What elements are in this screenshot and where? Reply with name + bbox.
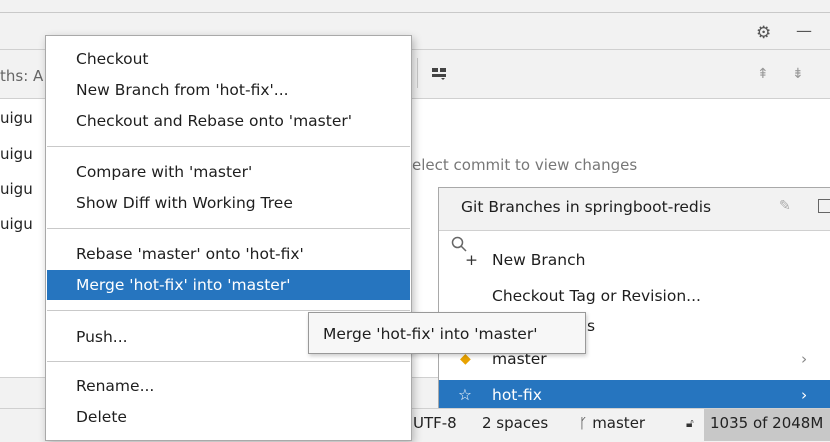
branch-widget[interactable]: ᚴ master (579, 414, 645, 432)
top-strip (0, 0, 830, 13)
encoding-widget[interactable]: UTF-8 (413, 414, 457, 432)
branch-item-hot-fix[interactable]: ☆ hot-fix › (439, 380, 830, 408)
changes-placeholder: elect commit to view changes (412, 156, 638, 174)
menu-item-delete[interactable]: Delete (47, 402, 410, 432)
menu-item-new-branch[interactable]: New Branch from 'hot-fix'... (47, 75, 410, 105)
paths-filter-label[interactable]: ths: A (0, 67, 43, 85)
minimize-icon[interactable]: — (796, 21, 812, 40)
branch-icon: ᚴ (579, 416, 588, 432)
window-icon[interactable] (818, 199, 830, 213)
menu-item-show-diff[interactable]: Show Diff with Working Tree (47, 188, 410, 218)
commit-author[interactable]: uigu (0, 180, 33, 198)
chevron-right-icon: › (801, 386, 808, 404)
menu-separator (47, 228, 410, 229)
commit-author[interactable]: uigu (0, 145, 33, 163)
lock-icon[interactable]: 🔓︎ (686, 416, 694, 431)
commit-author[interactable]: uigu (0, 109, 33, 127)
menu-separator (47, 146, 410, 147)
menu-item-compare[interactable]: Compare with 'master' (47, 157, 410, 187)
branch-context-menu: Checkout New Branch from 'hot-fix'... Ch… (45, 35, 412, 441)
layout-icon[interactable] (432, 68, 446, 80)
branch-name: master (592, 414, 646, 432)
menu-item-rebase[interactable]: Rebase 'master' onto 'hot-fix' (47, 239, 410, 269)
menu-separator (47, 361, 410, 362)
merge-tooltip: Merge 'hot-fix' into 'master' (308, 312, 586, 354)
indent-widget[interactable]: 2 spaces (482, 414, 548, 432)
menu-item-checkout-rebase[interactable]: Checkout and Rebase onto 'master' (47, 106, 410, 136)
plus-icon: + (465, 251, 478, 269)
checkout-tag-item[interactable]: Checkout Tag or Revision... (439, 281, 830, 311)
menu-item-checkout[interactable]: Checkout (47, 44, 410, 74)
gear-icon[interactable]: ⚙ (756, 23, 771, 43)
memory-indicator-text: 1035 of 2048M (710, 414, 824, 432)
edit-icon[interactable]: ✎ (779, 198, 791, 214)
menu-item-merge[interactable]: Merge 'hot-fix' into 'master' (47, 270, 410, 300)
toolbar-separator (417, 58, 418, 88)
chevron-right-icon: › (801, 350, 808, 368)
expand-icon[interactable]: ⇞ (757, 66, 769, 82)
commit-author[interactable]: uigu (0, 215, 33, 233)
menu-separator (47, 310, 410, 311)
popup-title: Git Branches in springboot-redis (461, 198, 712, 216)
new-branch-item[interactable]: + New Branch (439, 250, 830, 270)
star-icon: ☆ (458, 386, 472, 404)
collapse-icon[interactable]: ⇟ (792, 66, 804, 82)
menu-item-rename[interactable]: Rename... (47, 371, 410, 401)
git-branches-popup: Git Branches in springboot-redis ✎ + New… (438, 187, 830, 408)
